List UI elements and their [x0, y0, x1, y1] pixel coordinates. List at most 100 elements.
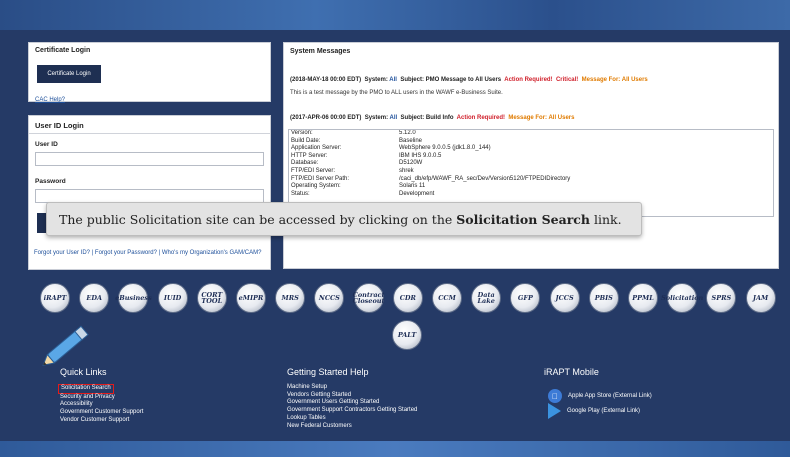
- app-icon-label: PALT: [397, 331, 417, 339]
- build-info-key: FTP/EDI Server Path:: [291, 175, 350, 182]
- build-info-row: Version: 5.12.0: [289, 130, 773, 138]
- build-info-key: Application Server:: [291, 145, 342, 152]
- app-icon-label: CCM: [438, 294, 456, 302]
- user-id-input[interactable]: [35, 152, 264, 166]
- build-info-value: Baseline: [399, 137, 423, 144]
- apple-store-link[interactable]:  Apple App Store (External Link): [548, 389, 652, 403]
- build-info-key: Database:: [291, 160, 319, 167]
- quick-link-solicitation-search[interactable]: Solicitation Search: [58, 384, 143, 394]
- quick-link-accessibility[interactable]: Accessibility: [60, 401, 143, 409]
- getting-started-link[interactable]: Vendors Getting Started: [287, 392, 417, 400]
- app-icon-solicitation[interactable]: Solicitation: [661, 283, 703, 313]
- app-icon-mrs[interactable]: MRS: [275, 283, 306, 313]
- app-icon-cort-tool[interactable]: CORT TOOL: [196, 283, 227, 313]
- mobile-column: iRAPT Mobile: [544, 367, 599, 377]
- app-icon-label: PPML: [632, 294, 654, 302]
- app-icon-contract-closeout[interactable]: Contract Closeout: [352, 283, 385, 313]
- solicitation-search-link[interactable]: Solicitation Search: [58, 384, 114, 394]
- message-2-date: (2017-APR-06 00:00 EDT): [290, 115, 362, 121]
- message-1-action: Action Required!: [504, 77, 553, 83]
- build-info-key: Status:: [291, 190, 310, 197]
- cac-help-link[interactable]: CAC Help?: [35, 97, 65, 103]
- divider: [29, 133, 270, 134]
- getting-started-link[interactable]: Government Support Contractors Getting S…: [287, 407, 417, 415]
- certificate-login-button[interactable]: Certificate Login: [37, 65, 101, 83]
- app-icon-irapt[interactable]: iRAPT: [40, 283, 70, 313]
- build-info-row: Build Date: Baseline: [289, 138, 773, 146]
- build-info-row: Database: D5120W: [289, 160, 773, 168]
- app-icon-eda[interactable]: EDA: [79, 283, 110, 313]
- message-2-system-value: All: [389, 115, 398, 121]
- getting-started-link[interactable]: New Federal Customers: [287, 423, 417, 431]
- tooltip-text-before: The public Solicitation site can be acce…: [59, 211, 457, 227]
- apple-store-label: Apple App Store (External Link): [568, 393, 652, 399]
- build-info-value: IBM IHS 9.0.0.5: [399, 152, 442, 159]
- app-icon-label: JAM: [752, 294, 769, 302]
- mobile-title: iRAPT Mobile: [544, 367, 599, 377]
- app-icon-label: Solicitation: [661, 294, 704, 302]
- app-icon-label: IUID: [163, 294, 182, 302]
- message-2-header: (2017-APR-06 00:00 EDT) System: All Subj…: [290, 115, 574, 121]
- forgot-links[interactable]: Forgot your User ID? | Forgot your Passw…: [34, 249, 269, 257]
- message-1-for: Message For: All Users: [581, 77, 648, 83]
- app-icon-label: eMIPR: [238, 294, 264, 302]
- build-info-key: FTP/EDI Server:: [291, 167, 336, 174]
- app-icon-iuid[interactable]: IUID: [157, 283, 188, 313]
- quick-link-security[interactable]: Security and Privacy: [60, 394, 143, 402]
- getting-started-title: Getting Started Help: [287, 367, 369, 377]
- app-icon-label: Contract Closeout: [352, 291, 385, 305]
- build-info-row: FTP/EDI Server: shrek: [289, 168, 773, 176]
- app-icon-emipr[interactable]: eMIPR: [236, 283, 266, 313]
- app-icon-data-lake[interactable]: Data Lake: [471, 283, 502, 313]
- app-icon-label: SPRS: [711, 294, 732, 302]
- build-info-row: Operating System: Solaris 11: [289, 183, 773, 191]
- build-info-row: FTP/EDI Server Path: /caci_db/efp/WAWF_RA…: [289, 176, 773, 184]
- getting-started-link[interactable]: Machine Setup: [287, 384, 417, 392]
- app-icon-label: JCCS: [555, 294, 574, 302]
- app-icon-ppml[interactable]: PPML: [628, 283, 658, 313]
- build-info-value: /caci_db/efp/WAWF_RA_sec/Dev/Version5120…: [399, 175, 571, 182]
- user-id-login-panel: User ID Login User ID Password Forgot yo…: [28, 115, 271, 270]
- certificate-login-panel: Certificate Login Certificate Login CAC …: [28, 42, 271, 103]
- app-icon-label: CDR: [399, 294, 416, 302]
- password-input[interactable]: [35, 189, 264, 203]
- app-icon-pbis[interactable]: PBIS: [588, 283, 619, 313]
- message-1-critical: Critical!: [555, 77, 579, 83]
- app-icon-jccs[interactable]: JCCS: [549, 283, 580, 313]
- build-info-value: shrek: [399, 167, 414, 174]
- message-2-subject: Subject: Build Info: [400, 115, 454, 121]
- top-banner: [0, 0, 790, 30]
- getting-started-link[interactable]: Government Users Getting Started: [287, 399, 417, 407]
- build-info-key: HTTP Server:: [291, 152, 328, 159]
- google-play-label: Google Play (External Link): [567, 408, 641, 414]
- getting-started-column: Getting Started Help Machine Setup Vendo…: [287, 367, 417, 430]
- app-icon-label: Data Lake: [477, 291, 495, 305]
- app-icon-label: eBusiness: [115, 294, 152, 302]
- google-play-link[interactable]: Google Play (External Link): [548, 403, 640, 419]
- build-info-key: Operating System:: [291, 183, 341, 190]
- message-1-date: (2018-MAY-18 00:00 EDT): [290, 77, 362, 83]
- system-messages-title: System Messages: [290, 48, 351, 55]
- app-icon-label: iRAPT: [43, 294, 67, 302]
- build-info-row: Application Server: WebSphere 9.0.0.5 (jd…: [289, 145, 773, 153]
- app-icon-cdr[interactable]: CDR: [392, 283, 423, 313]
- quick-link-gov-support[interactable]: Government Customer Support: [60, 409, 143, 417]
- tutorial-tooltip: The public Solicitation site can be acce…: [46, 202, 642, 236]
- quick-links-column: Quick Links Solicitation Search Security…: [58, 367, 143, 425]
- getting-started-link[interactable]: Lookup Tables: [287, 415, 417, 423]
- message-1-subject: Subject: PMO Message to All Users: [400, 77, 502, 83]
- google-play-icon: [548, 403, 561, 419]
- app-icon-jam[interactable]: JAM: [745, 283, 776, 313]
- user-id-label: User ID: [35, 141, 58, 148]
- quick-link-vendor-support[interactable]: Vendor Customer Support: [60, 417, 143, 425]
- app-icon-label: PBIS: [594, 294, 613, 302]
- app-icon-label: GFP: [517, 294, 533, 302]
- app-icon-palt[interactable]: PALT: [392, 320, 422, 350]
- user-id-login-title: User ID Login: [35, 121, 84, 130]
- tooltip-text-after: link.: [590, 211, 622, 227]
- bottom-banner: [0, 441, 790, 457]
- message-1-body: This is a test message by the PMO to ALL…: [290, 90, 503, 96]
- build-info-key: Version:: [291, 130, 313, 136]
- app-icon-ccm[interactable]: CCM: [432, 283, 462, 313]
- password-label: Password: [35, 178, 66, 185]
